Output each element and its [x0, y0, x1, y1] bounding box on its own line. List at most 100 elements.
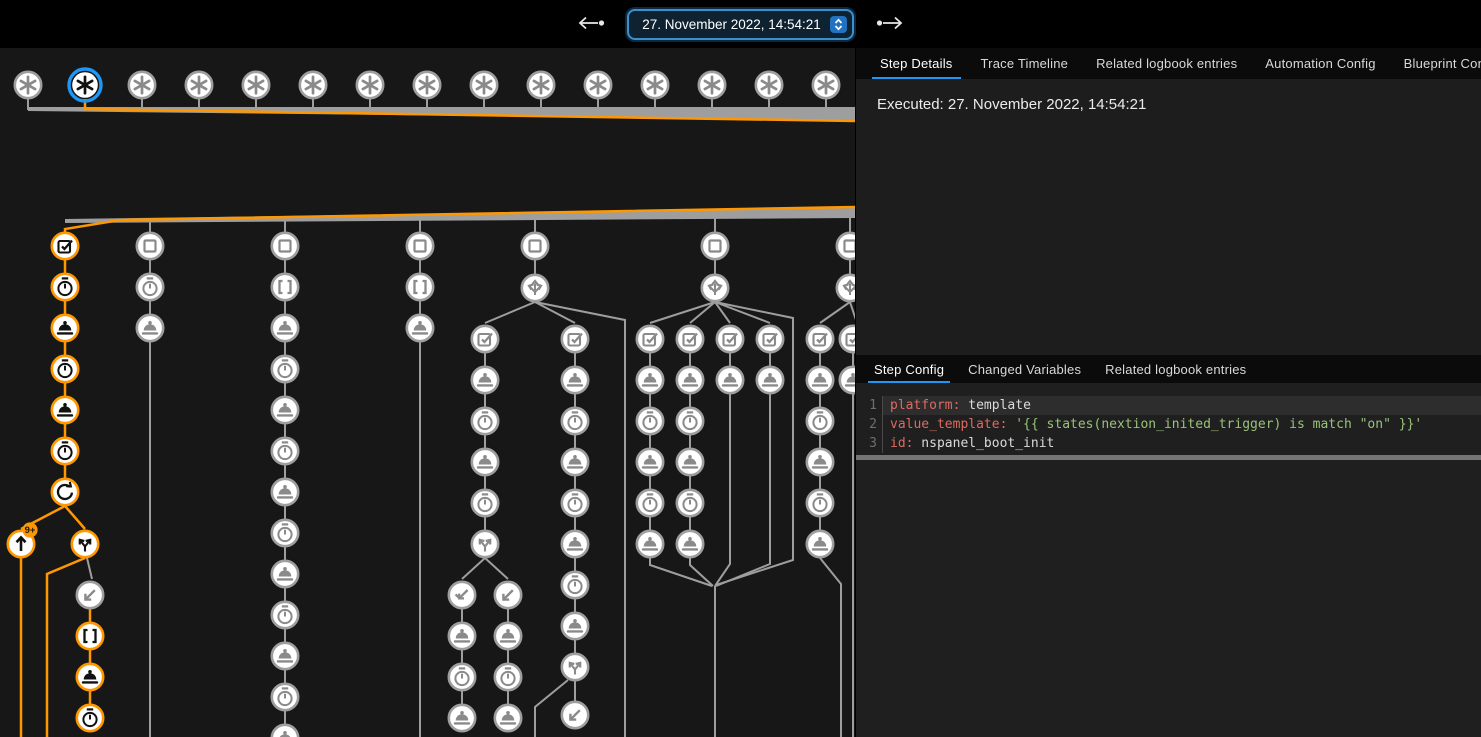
- node-timer[interactable]: [562, 572, 588, 598]
- node-square[interactable]: [522, 233, 548, 259]
- node-bell[interactable]: [137, 315, 163, 341]
- node-checkbox[interactable]: [637, 326, 663, 352]
- node-brackets[interactable]: [272, 274, 298, 300]
- node-bell[interactable]: [840, 367, 855, 393]
- node-checkbox[interactable]: [757, 326, 783, 352]
- tab-step-details[interactable]: Step Details: [866, 48, 967, 79]
- node-checkbox[interactable]: [562, 326, 588, 352]
- node-asterisk[interactable]: [243, 72, 269, 98]
- node-bell[interactable]: [272, 397, 298, 423]
- node-bell[interactable]: [472, 449, 498, 475]
- node-timer[interactable]: [77, 705, 103, 731]
- tab-automation-config[interactable]: Automation Config: [1251, 48, 1389, 79]
- node-bell[interactable]: [272, 725, 298, 737]
- tab-changed-variables[interactable]: Changed Variables: [956, 355, 1093, 383]
- node-checkbox[interactable]: [807, 326, 833, 352]
- node-asterisk[interactable]: [756, 72, 782, 98]
- node-square[interactable]: [837, 233, 855, 259]
- node-timer[interactable]: [137, 274, 163, 300]
- node-timer[interactable]: [637, 408, 663, 434]
- tab-step-config[interactable]: Step Config: [862, 355, 956, 383]
- node-timer[interactable]: [677, 408, 703, 434]
- node-bell[interactable]: [449, 623, 475, 649]
- node-square[interactable]: [702, 233, 728, 259]
- node-timer[interactable]: [272, 356, 298, 382]
- node-asterisk[interactable]: [585, 72, 611, 98]
- node-brackets[interactable]: [77, 623, 103, 649]
- editor-hscrollbar-thumb[interactable]: [856, 455, 1481, 460]
- node-bell[interactable]: [562, 531, 588, 557]
- node-bell[interactable]: [52, 397, 78, 423]
- tab-blueprint-config[interactable]: Blueprint Config: [1390, 48, 1481, 79]
- node-bell[interactable]: [77, 664, 103, 690]
- node-bell[interactable]: [677, 367, 703, 393]
- node-bell[interactable]: [407, 315, 433, 341]
- node-fork[interactable]: [472, 531, 498, 557]
- node-timer[interactable]: [472, 490, 498, 516]
- node-checkbox[interactable]: [52, 233, 78, 259]
- node-timer[interactable]: [677, 490, 703, 516]
- node-fork[interactable]: [562, 654, 588, 680]
- node-bell[interactable]: [449, 705, 475, 731]
- node-checkbox[interactable]: [677, 326, 703, 352]
- node-asterisk[interactable]: [186, 72, 212, 98]
- node-bell[interactable]: [677, 449, 703, 475]
- node-asterisk[interactable]: [813, 72, 839, 98]
- node-timer[interactable]: [272, 438, 298, 464]
- node-asterisk[interactable]: [642, 72, 668, 98]
- node-bell[interactable]: [52, 315, 78, 341]
- node-bell[interactable]: [562, 367, 588, 393]
- node-arrowDLC[interactable]: [449, 582, 475, 608]
- node-bell[interactable]: [272, 643, 298, 669]
- node-bell[interactable]: [717, 367, 743, 393]
- node-timer[interactable]: [272, 520, 298, 546]
- node-square[interactable]: [407, 233, 433, 259]
- node-timer[interactable]: [637, 490, 663, 516]
- tab-related-logbook-entries[interactable]: Related logbook entries: [1082, 48, 1251, 79]
- node-asterisk[interactable]: [471, 72, 497, 98]
- datetime-select[interactable]: 27. November 2022, 14:54:21: [627, 9, 854, 40]
- step-config-editor[interactable]: 1platform: template2value_template: '{{ …: [856, 383, 1481, 737]
- node-bell[interactable]: [757, 367, 783, 393]
- node-checkbox[interactable]: [840, 326, 855, 352]
- node-asterisk[interactable]: [69, 69, 101, 101]
- node-bell[interactable]: [562, 449, 588, 475]
- node-asterisk[interactable]: [414, 72, 440, 98]
- previous-trace-button[interactable]: [571, 12, 611, 37]
- node-checkbox[interactable]: [717, 326, 743, 352]
- node-repeat[interactable]: [52, 479, 78, 505]
- node-checkbox[interactable]: [472, 326, 498, 352]
- node-bell[interactable]: [637, 367, 663, 393]
- node-bell[interactable]: [272, 561, 298, 587]
- node-choose[interactable]: [522, 275, 548, 301]
- node-asterisk[interactable]: [15, 72, 41, 98]
- tab-related-logbook-entries[interactable]: Related logbook entries: [1093, 355, 1258, 383]
- node-timer[interactable]: [495, 664, 521, 690]
- tab-trace-timeline[interactable]: Trace Timeline: [967, 48, 1083, 79]
- next-trace-button[interactable]: [870, 12, 910, 37]
- node-bell[interactable]: [495, 623, 521, 649]
- node-bell[interactable]: [807, 367, 833, 393]
- node-asterisk[interactable]: [300, 72, 326, 98]
- node-timer[interactable]: [449, 664, 475, 690]
- node-fork[interactable]: [72, 531, 98, 557]
- node-timer[interactable]: [272, 684, 298, 710]
- node-bell[interactable]: [562, 613, 588, 639]
- node-bell[interactable]: [807, 449, 833, 475]
- node-choose[interactable]: [702, 275, 728, 301]
- node-bell[interactable]: [637, 531, 663, 557]
- node-brackets[interactable]: [407, 274, 433, 300]
- node-asterisk[interactable]: [699, 72, 725, 98]
- node-bell[interactable]: [677, 531, 703, 557]
- node-bell[interactable]: [807, 531, 833, 557]
- node-bell[interactable]: [495, 705, 521, 731]
- node-arrowDL[interactable]: [77, 582, 103, 608]
- node-bell[interactable]: [637, 449, 663, 475]
- node-timer[interactable]: [807, 408, 833, 434]
- node-timer[interactable]: [472, 408, 498, 434]
- node-timer[interactable]: [52, 438, 78, 464]
- node-timer[interactable]: [562, 490, 588, 516]
- node-arrowDL[interactable]: [495, 582, 521, 608]
- node-asterisk[interactable]: [357, 72, 383, 98]
- node-bell[interactable]: [272, 315, 298, 341]
